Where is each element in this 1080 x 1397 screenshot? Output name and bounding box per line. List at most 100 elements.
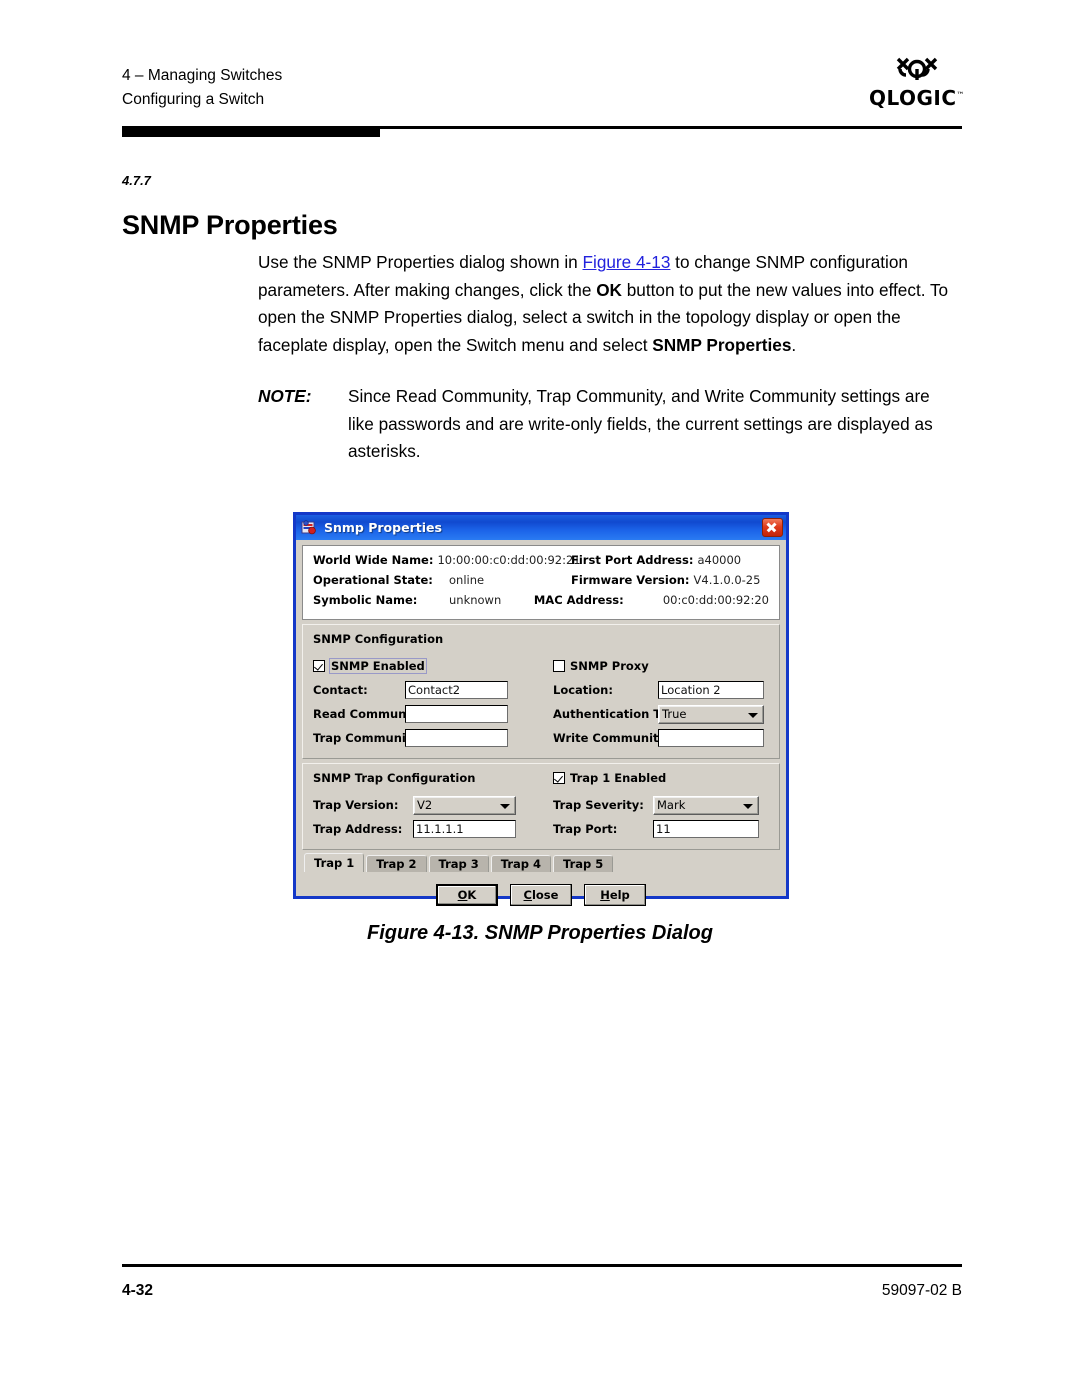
location-input[interactable]: Location 2 (658, 681, 764, 699)
info-row: Symbolic Name: unknown MAC Address: 00:c… (313, 593, 769, 613)
body-bold-ok: OK (596, 279, 622, 300)
symbolic-name-value: unknown (449, 593, 502, 607)
qlogic-symbol-icon (896, 57, 938, 80)
trap-address-label: Trap Address: (313, 822, 403, 836)
contact-location-row: Contact: Contact2 Location: Location 2 (313, 678, 769, 702)
trademark-symbol: ™ (956, 90, 966, 100)
authentication-trap-label: Authentication Trap: (553, 707, 687, 721)
trap-enabled-label: Trap 1 Enabled (570, 771, 667, 785)
snmp-enabled-label: SNMP Enabled (329, 658, 427, 674)
contact-input[interactable]: Contact2 (405, 681, 508, 699)
trap-severity-label: Trap Severity: (553, 798, 644, 812)
operational-state-value: online (449, 573, 485, 587)
info-field-symbolic-name: Symbolic Name: unknown (313, 593, 534, 607)
close-button-tail: lose (531, 888, 559, 902)
figure-cross-reference-link[interactable]: Figure 4-13 (583, 252, 671, 272)
note-label: NOTE: (258, 386, 312, 406)
firmware-version-label: Firmware Version: (571, 573, 690, 587)
tab-trap-5[interactable]: Trap 5 (553, 855, 614, 872)
authentication-trap-select[interactable]: True (658, 704, 764, 724)
contact-label: Contact: (313, 683, 368, 697)
body-text-part4: . (791, 334, 797, 355)
figure-caption: Figure 4-13. SNMP Properties Dialog (366, 922, 713, 944)
trap-port-label: Trap Port: (553, 822, 618, 836)
tab-trap-1[interactable]: Trap 1 (304, 853, 365, 872)
info-field-mac-address: MAC Address: 00:c0:dd:00:92:20 (534, 593, 769, 607)
trap-version-select[interactable]: V2 (413, 795, 516, 815)
write-community-input[interactable] (658, 729, 764, 747)
trap-tab-strip: Trap 1 Trap 2 Trap 3 Trap 4 Trap 5 (304, 852, 780, 872)
close-button[interactable]: Close (510, 884, 572, 906)
mac-address-value: 00:c0:dd:00:92:20 (662, 593, 769, 607)
operational-state-label: Operational State: (313, 573, 433, 587)
checkbox-checked-icon[interactable] (313, 660, 325, 672)
help-button[interactable]: Help (584, 884, 646, 906)
section-number: 4.7.7 (122, 173, 151, 188)
write-community-field-group: Write Community: (553, 729, 764, 747)
checkbox-unchecked-icon[interactable] (553, 660, 565, 672)
trap-version-label: Trap Version: (313, 798, 399, 812)
first-port-address-label: First Port Address: (571, 553, 694, 567)
location-label: Location: (553, 683, 613, 697)
trap-address-group: Trap Address: 11.1.1.1 (313, 820, 553, 838)
running-head: 4 – Managing Switches Configuring a Swit… (122, 64, 282, 112)
info-field-operational-state: Operational State: online (313, 573, 571, 587)
snmp-proxy-checkbox[interactable]: SNMP Proxy (553, 659, 649, 673)
ok-button-tail: K (467, 888, 477, 902)
ok-button[interactable]: OK (436, 884, 498, 906)
help-button-tail: elp (609, 888, 630, 902)
snmp-enabled-checkbox[interactable]: SNMP Enabled (313, 658, 553, 674)
read-community-label: Read Community: (313, 707, 428, 721)
close-icon[interactable] (762, 518, 783, 537)
chevron-down-icon (748, 712, 758, 718)
trap-version-group: Trap Version: V2 (313, 795, 553, 815)
info-field-world-wide-name: World Wide Name: 10:00:00:c0:dd:00:92:21 (313, 553, 581, 567)
firmware-version-value: V4.1.0.0-25 (693, 573, 761, 587)
running-head-subtitle: Configuring a Switch (122, 91, 265, 108)
dialog-titlebar[interactable]: Snmp Properties (296, 515, 786, 540)
world-wide-name-value: 10:00:00:c0:dd:00:92:21 (437, 553, 581, 567)
document-id: 59097-02 B (881, 1282, 962, 1299)
tab-trap-3[interactable]: Trap 3 (428, 855, 489, 872)
chevron-down-icon (743, 803, 753, 809)
switch-info-panel: World Wide Name: 10:00:00:c0:dd:00:92:21… (302, 545, 780, 620)
first-port-address-value: a40000 (697, 553, 742, 567)
trap-community-field-group: Trap Community: (313, 729, 553, 747)
location-field-group: Location: Location 2 (553, 681, 764, 699)
checkbox-checked-icon[interactable] (553, 772, 565, 784)
trap-severity-value: Mark (657, 798, 686, 812)
tab-trap-2[interactable]: Trap 2 (366, 855, 427, 872)
contact-field-group: Contact: Contact2 (313, 681, 553, 699)
tab-trap-4[interactable]: Trap 4 (490, 855, 551, 872)
write-community-label: Write Community: (553, 731, 671, 745)
snmp-toggle-row: SNMP Enabled SNMP Proxy (313, 654, 769, 678)
page-number: 4-32 (122, 1282, 154, 1299)
application-icon (301, 520, 316, 535)
trap-port-group: Trap Port: 11 (553, 820, 759, 838)
info-field-firmware-version: Firmware Version: V4.1.0.0-25 (571, 573, 760, 587)
symbolic-name-label: Symbolic Name: (313, 593, 418, 607)
dialog-title: Snmp Properties (324, 520, 442, 535)
trap-community-input[interactable] (405, 729, 508, 747)
note-text: Since Read Community, Trap Community, an… (348, 386, 933, 461)
trap-port-input[interactable]: 11 (653, 820, 759, 838)
read-community-input[interactable] (405, 705, 508, 723)
body-text-part1: Use the SNMP Properties dialog shown in (258, 252, 583, 273)
trap-version-value: V2 (417, 798, 433, 812)
trap-severity-select[interactable]: Mark (653, 795, 759, 815)
trap-address-port-row: Trap Address: 11.1.1.1 Trap Port: 11 (313, 817, 769, 841)
trap-community-write-community-row: Trap Community: Write Community: (313, 726, 769, 750)
trap-version-severity-row: Trap Version: V2 Trap Severity: Mark (313, 793, 769, 817)
footer-rule (122, 1264, 962, 1267)
qlogic-logo: QLOGIC™ (862, 56, 972, 116)
snmp-proxy-label: SNMP Proxy (570, 659, 649, 673)
trap-enabled-checkbox[interactable]: Trap 1 Enabled (553, 771, 666, 785)
running-head-chapter: 4 – Managing Switches (122, 67, 283, 84)
info-row: World Wide Name: 10:00:00:c0:dd:00:92:21… (313, 553, 769, 573)
snmp-configuration-panel: SNMP Configuration SNMP Enabled SNMP Pro… (302, 624, 780, 759)
trap-address-input[interactable]: 11.1.1.1 (413, 820, 516, 838)
dialog-button-row: OK Close Help (302, 884, 780, 906)
info-field-first-port-address: First Port Address: a40000 (571, 553, 741, 567)
info-row: Operational State: online Firmware Versi… (313, 573, 769, 593)
authentication-trap-value: True (662, 707, 687, 721)
